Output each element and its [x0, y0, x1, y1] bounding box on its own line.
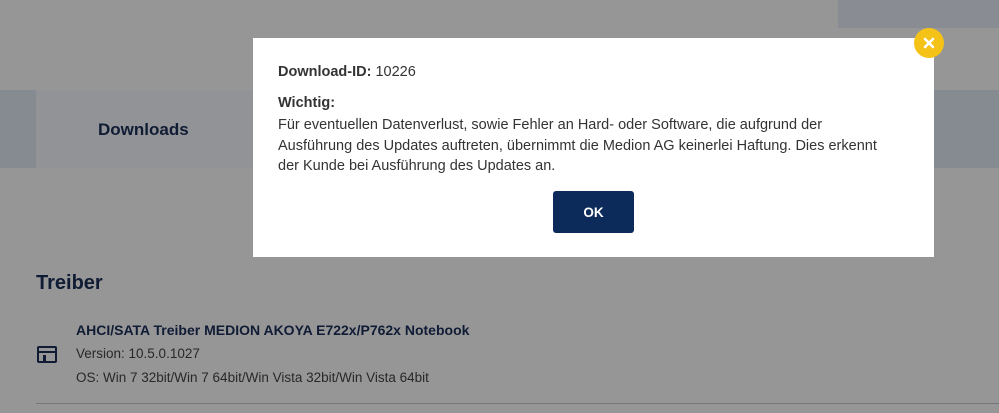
dialog-heading: Wichtig: — [278, 95, 336, 111]
download-id-label: Download-ID: — [278, 64, 372, 80]
dialog-body-text: Für eventuellen Datenverlust, sowie Fehl… — [278, 117, 877, 174]
close-icon — [923, 37, 935, 49]
download-id-value: 10226 — [371, 64, 416, 80]
close-dialog-button[interactable] — [914, 28, 944, 58]
ok-button[interactable]: OK — [553, 191, 634, 233]
download-dialog: Download-ID: 10226 Wichtig: Für eventuel… — [253, 38, 934, 257]
download-id-line: Download-ID: 10226 — [278, 64, 416, 80]
